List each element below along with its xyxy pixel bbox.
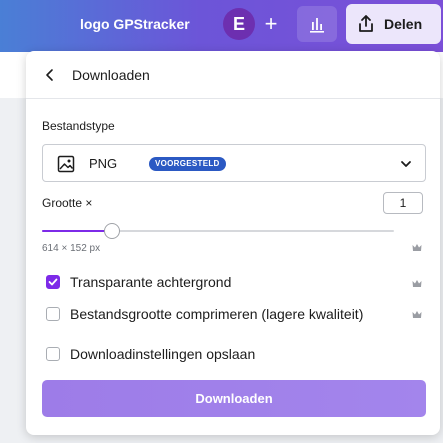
size-label: Grootte × — [42, 196, 93, 210]
crown-icon — [412, 244, 422, 251]
panel-title: Downloaden — [72, 67, 150, 83]
transparent-checkbox[interactable] — [46, 275, 60, 289]
size-multiplier-input[interactable]: 1 — [383, 192, 423, 214]
back-button[interactable] — [38, 63, 62, 87]
share-upload-icon — [359, 15, 373, 32]
document-title[interactable]: logo GPStracker — [80, 16, 190, 32]
option-transparent-background[interactable]: Transparante achtergrond — [46, 273, 231, 291]
transparent-label: Transparante achtergrond — [70, 274, 232, 290]
chevron-left-icon — [46, 69, 53, 81]
size-slider-fill — [42, 230, 113, 232]
add-collaborator-button[interactable]: + — [258, 8, 284, 40]
save-settings-checkbox[interactable] — [46, 347, 60, 361]
option-save-settings[interactable]: Downloadinstellingen opslaan — [46, 345, 255, 363]
share-label: Delen — [384, 16, 423, 32]
option-compress[interactable]: Bestandsgrootte comprimeren (lagere kwal… — [46, 305, 363, 323]
download-panel: Downloaden Bestandstype PNG VOORGESTELD … — [26, 51, 440, 435]
size-slider[interactable] — [42, 223, 394, 239]
download-button[interactable]: Downloaden — [42, 380, 426, 417]
user-avatar[interactable]: E — [223, 8, 255, 40]
save-settings-label: Downloadinstellingen opslaan — [70, 346, 256, 362]
check-icon — [48, 278, 58, 286]
filetype-label: Bestandstype — [42, 119, 115, 133]
export-dimensions: 614 × 152 px — [42, 243, 101, 254]
filetype-value: PNG — [89, 156, 118, 171]
chevron-down-icon — [401, 161, 411, 167]
insights-button[interactable] — [297, 6, 337, 42]
crown-icon — [412, 280, 422, 287]
size-slider-thumb[interactable] — [104, 223, 121, 239]
image-icon — [57, 155, 75, 173]
panel-header: Downloaden — [26, 51, 440, 99]
compress-checkbox[interactable] — [46, 307, 60, 321]
recommended-badge: VOORGESTELD — [149, 157, 226, 171]
filetype-select[interactable]: PNG VOORGESTELD — [42, 144, 426, 182]
bar-chart-icon — [310, 18, 324, 33]
compress-label: Bestandsgrootte comprimeren (lagere kwal… — [70, 306, 364, 322]
crown-icon — [412, 311, 422, 318]
share-button[interactable]: Delen — [346, 4, 441, 44]
top-bar: logo GPStracker E + Delen — [0, 0, 443, 52]
